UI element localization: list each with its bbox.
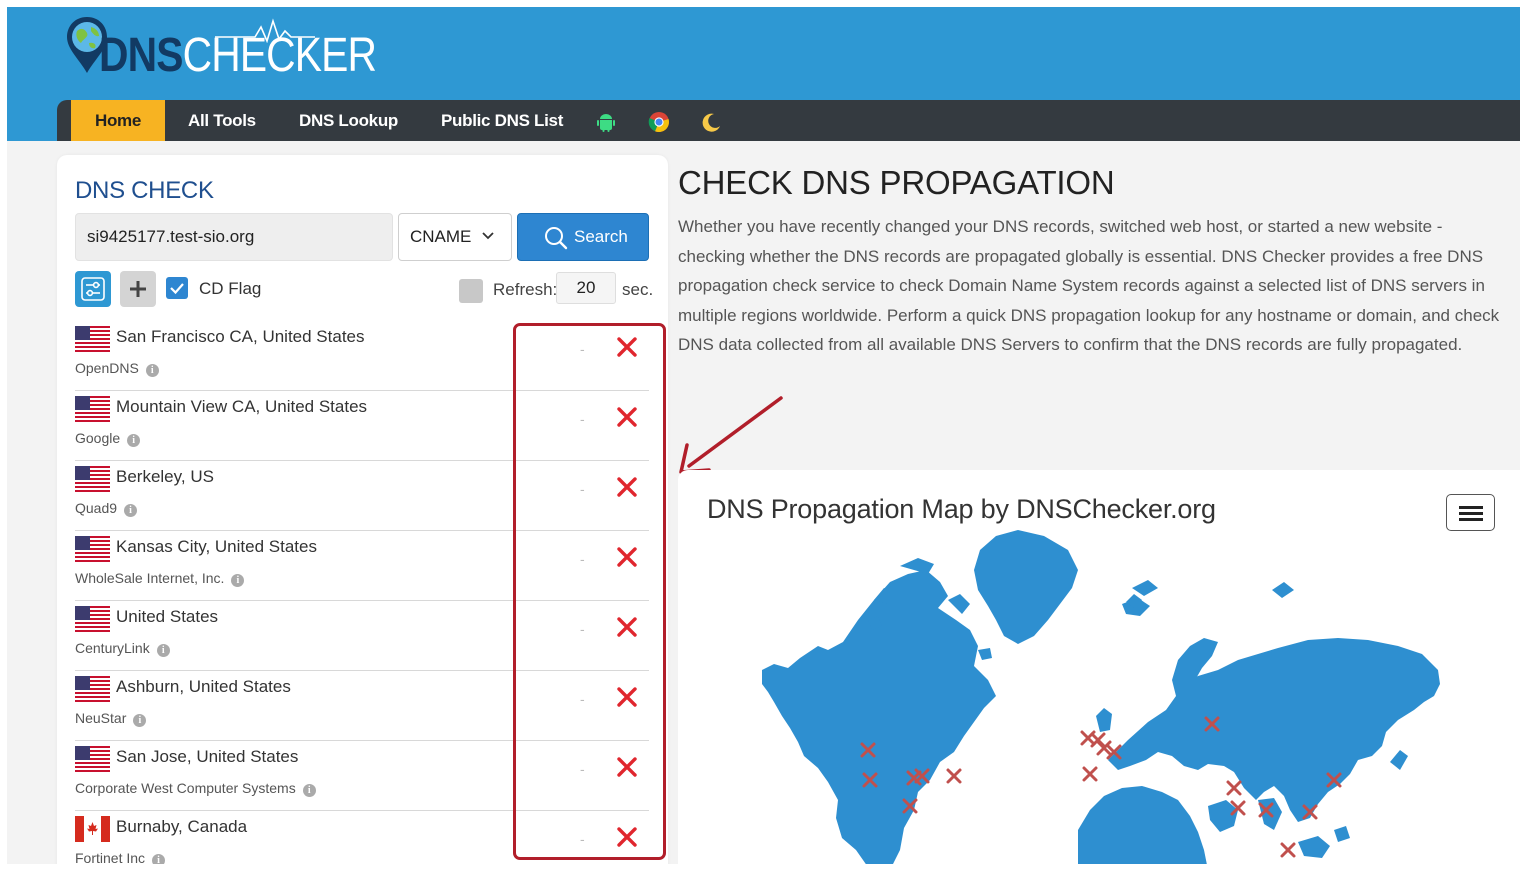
cd-flag-label: CD Flag [199,279,262,298]
nav-home[interactable]: Home [71,100,165,141]
provider-name: NeuStar [75,710,127,726]
us-flag-icon [75,536,110,562]
provider-name: Corporate West Computer Systems [75,780,296,796]
us-flag-icon [75,606,110,632]
record-type-value: CNAME [410,227,472,246]
provider-name: Fortinet Inc [75,850,146,864]
refresh-label: Refresh: [493,280,558,299]
provider-name: Quad9 [75,500,118,516]
record-type-select[interactable]: CNAME [398,213,512,261]
server-provider: NeuStar i [75,710,147,727]
server-provider: Quad9 i [75,500,138,517]
nav-all-tools[interactable]: All Tools [188,100,256,141]
server-location: Burnaby, Canada [116,817,248,836]
checkmark-icon [170,283,184,295]
page-frame: DNSCHECKER Home All Tools DNS Lookup Pub… [7,7,1520,864]
plus-icon [130,281,146,297]
propagation-title: CHECK DNS PROPAGATION [678,164,1115,201]
server-provider: WholeSale Internet, Inc. i [75,570,245,587]
search-icon [545,227,568,250]
server-provider: OpenDNS i [75,360,159,377]
us-flag-icon [75,326,110,352]
results-highlight-box [513,323,666,860]
server-provider: CenturyLink i [75,640,170,657]
ca-flag-icon [75,816,110,842]
server-location: Berkeley, US [116,467,214,486]
site-header: DNSCHECKER Home All Tools DNS Lookup Pub… [7,7,1520,141]
fail-marker-icon [1082,766,1098,782]
domain-input[interactable] [75,213,393,261]
pulse-line-icon [215,18,315,43]
search-button-label: Search [574,227,628,246]
main-navbar: Home All Tools DNS Lookup Public DNS Lis… [57,100,1520,141]
server-provider: Fortinet Inc i [75,850,166,864]
propagation-description: Whether you have recently changed your D… [678,217,1500,355]
info-icon[interactable]: i [124,504,138,517]
server-provider: Corporate West Computer Systems i [75,780,316,797]
info-icon[interactable]: i [152,854,166,864]
info-icon[interactable]: i [133,714,147,727]
nav-dns-lookup[interactable]: DNS Lookup [299,100,398,141]
us-flag-icon [75,466,110,492]
search-button[interactable]: Search [517,213,649,261]
us-flag-icon [75,396,110,422]
server-location: Kansas City, United States [116,537,317,556]
info-icon[interactable]: i [156,644,170,657]
info-icon[interactable]: i [231,574,245,587]
server-location: Mountain View CA, United States [116,397,368,416]
provider-name: Google [75,430,121,446]
refresh-unit-label: sec. [622,280,654,299]
fail-marker-icon [1226,780,1242,796]
logo-dns-text: DNS [99,29,183,82]
sliders-icon [81,277,105,301]
server-location: San Francisco CA, United States [116,327,365,346]
server-location: Ashburn, United States [116,677,291,696]
server-provider: Google i [75,430,141,447]
chevron-down-icon [482,232,494,240]
dnschecker-logo[interactable]: DNSCHECKER [65,15,377,85]
world-map[interactable] [678,470,1520,864]
dns-check-title: DNS CHECK [75,177,214,204]
us-flag-icon [75,676,110,702]
settings-button[interactable] [75,271,111,307]
refresh-checkbox[interactable] [459,279,483,303]
moon-icon[interactable] [700,111,722,133]
nav-public-dns-list[interactable]: Public DNS List [441,100,563,141]
fail-marker-icon [1280,842,1296,858]
android-icon[interactable] [595,111,617,133]
provider-name: WholeSale Internet, Inc. [75,570,225,586]
provider-name: CenturyLink [75,640,150,656]
propagation-map-card: DNS Propagation Map by DNSChecker.org [678,470,1520,864]
chrome-icon[interactable] [648,111,670,133]
provider-name: OpenDNS [75,360,139,376]
add-server-button[interactable] [120,271,156,307]
info-icon[interactable]: i [127,434,141,447]
info-icon[interactable]: i [302,784,316,797]
fail-marker-icon [946,768,962,784]
server-location: United States [116,607,219,626]
server-location: San Jose, United States [116,747,299,766]
info-icon[interactable]: i [145,364,159,377]
us-flag-icon [75,746,110,772]
cd-flag-checkbox[interactable] [166,277,188,299]
refresh-interval-input[interactable] [556,272,616,304]
world-map-land [762,530,1440,864]
